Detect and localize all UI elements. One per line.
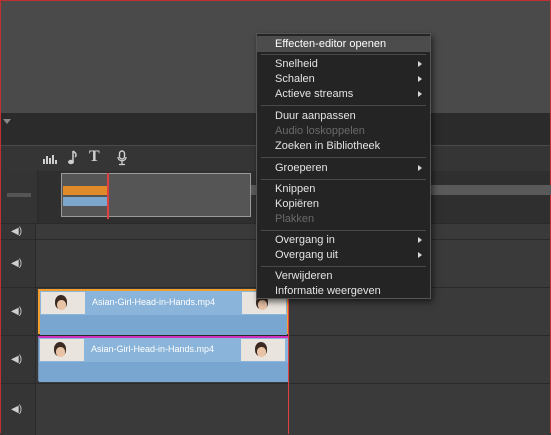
menu-item-effects-editor[interactable]: Effecten-editor openen: [257, 36, 430, 52]
thumbnail-face: [258, 300, 267, 310]
timeline-clip[interactable]: Asian-Girl-Head-in-Hands.mp4: [38, 336, 289, 382]
menu-item-transition-in[interactable]: Overgang in: [257, 232, 430, 248]
menu-item-label: Plakken: [275, 213, 315, 225]
menu-item-cut[interactable]: Knippen: [257, 181, 430, 197]
microphone-icon[interactable]: [116, 150, 128, 170]
speaker-icon[interactable]: ◀): [11, 354, 22, 365]
menu-item-detach-audio: Audio loskoppelen: [257, 123, 430, 139]
track-row-4[interactable]: ◀): [1, 383, 550, 435]
menu-separator: [261, 230, 426, 231]
menu-item-delete[interactable]: Verwijderen: [257, 268, 430, 284]
zoom-slider[interactable]: [7, 193, 31, 197]
menu-separator: [261, 54, 426, 55]
submenu-arrow-icon: [418, 76, 422, 82]
clip-audio-band: [40, 315, 287, 335]
speaker-icon[interactable]: ◀): [11, 306, 22, 317]
submenu-arrow-icon: [418, 165, 422, 171]
menu-item-label: Schalen: [275, 73, 315, 85]
navigator-viewport[interactable]: [61, 173, 251, 217]
menu-item-group[interactable]: Groeperen: [257, 160, 430, 176]
speaker-icon[interactable]: ◀): [11, 404, 22, 415]
menu-item-label: Snelheid: [275, 58, 318, 70]
music-note-icon[interactable]: [67, 150, 79, 170]
menu-item-scale[interactable]: Schalen: [257, 71, 430, 87]
speaker-icon[interactable]: ◀): [11, 258, 22, 269]
title-text-icon[interactable]: T: [89, 148, 100, 166]
submenu-arrow-icon: [418, 61, 422, 67]
menu-item-label: Kopiëren: [275, 198, 320, 210]
menu-item-label: Overgang in: [275, 234, 335, 246]
clip-name: Asian-Girl-Head-in-Hands.mp4: [91, 344, 215, 354]
clip-thumbnail: [40, 339, 84, 361]
clip-audio-band: [39, 362, 289, 382]
menu-item-label: Zoeken in Bibliotheek: [275, 140, 381, 152]
clip-context-menu: Effecten-editor openen Snelheid Schalen …: [256, 33, 431, 299]
navigator-playhead[interactable]: [107, 173, 109, 219]
menu-separator: [261, 105, 426, 106]
menu-separator: [261, 157, 426, 158]
menu-item-adjust-duration[interactable]: Duur aanpassen: [257, 108, 430, 124]
submenu-arrow-icon: [418, 252, 422, 258]
menu-item-show-info[interactable]: Informatie weergeven: [257, 283, 430, 299]
menu-item-speed[interactable]: Snelheid: [257, 56, 430, 72]
menu-item-transition-out[interactable]: Overgang uit: [257, 247, 430, 263]
timeline-clip-selected[interactable]: Asian-Girl-Head-in-Hands.mp4: [38, 289, 289, 335]
menu-item-label: Knippen: [275, 183, 316, 195]
menu-separator: [261, 179, 426, 180]
menu-item-label: Audio loskoppelen: [275, 125, 365, 137]
clip-thumbnail: [41, 292, 85, 314]
menu-item-copy[interactable]: Kopiëren: [257, 196, 430, 212]
thumbnail-face: [57, 300, 66, 310]
menu-item-label: Duur aanpassen: [275, 110, 356, 122]
navigator-clip-selected: [63, 186, 107, 195]
thumbnail-face: [56, 347, 65, 357]
menu-item-find-in-library[interactable]: Zoeken in Bibliotheek: [257, 138, 430, 154]
submenu-arrow-icon: [418, 237, 422, 243]
clip-thumbnail-end: [241, 339, 285, 361]
collapse-caret-icon[interactable]: [3, 119, 11, 124]
menu-item-label: Actieve streams: [275, 88, 354, 100]
zoom-panel: [1, 171, 38, 223]
menu-item-paste: Plakken: [257, 211, 430, 227]
menu-separator: [261, 266, 426, 267]
menu-item-label: Groeperen: [275, 162, 328, 174]
submenu-arrow-icon: [418, 91, 422, 97]
menu-item-label: Verwijderen: [275, 270, 333, 282]
audio-mixer-icon[interactable]: [43, 152, 57, 170]
menu-item-label: Informatie weergeven: [275, 285, 381, 297]
speaker-icon[interactable]: ◀): [11, 226, 22, 237]
menu-item-active-streams[interactable]: Actieve streams: [257, 86, 430, 102]
menu-item-label: Overgang uit: [275, 249, 338, 261]
thumbnail-face: [257, 347, 266, 357]
clip-name: Asian-Girl-Head-in-Hands.mp4: [92, 297, 216, 307]
menu-item-label: Effecten-editor openen: [275, 38, 387, 50]
navigator-clip: [63, 197, 107, 206]
